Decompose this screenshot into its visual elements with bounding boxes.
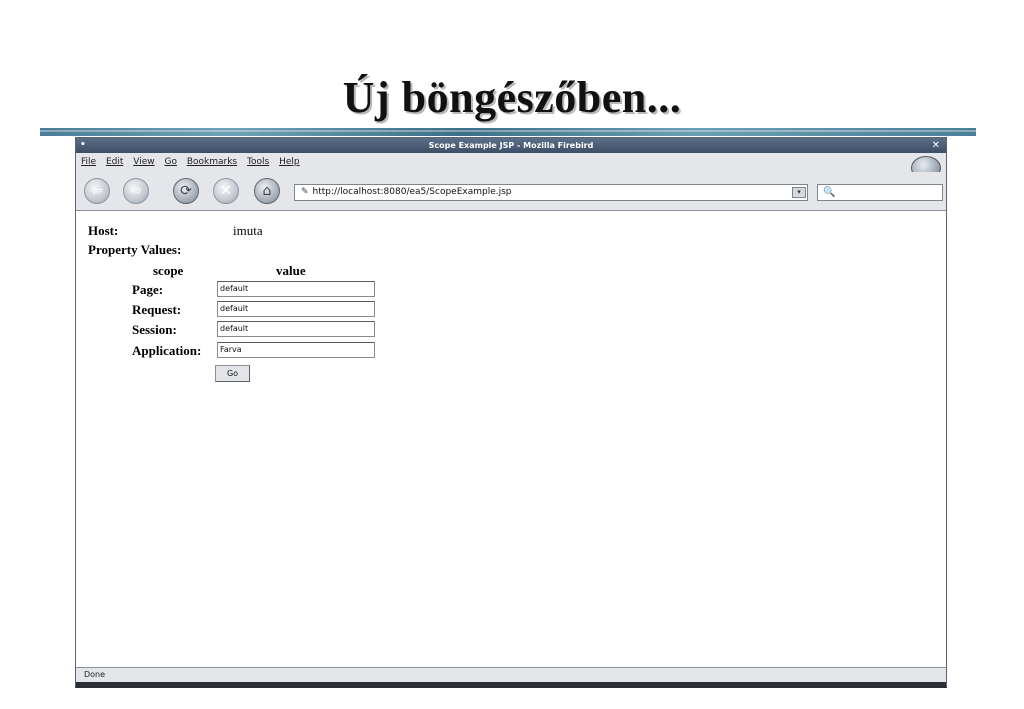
reload-button[interactable]: ⟳ [173, 178, 199, 204]
home-button[interactable]: ⌂ [254, 178, 280, 204]
forward-icon: ⇨ [130, 183, 142, 199]
window-bottom-edge [76, 682, 946, 686]
menu-help[interactable]: Help [279, 153, 300, 172]
home-icon: ⌂ [262, 183, 272, 199]
go-button[interactable]: Go [215, 365, 250, 382]
browser-window: • Scope Example JSP - Mozilla Firebird ✕… [75, 137, 947, 688]
window-title: Scope Example JSP - Mozilla Firebird [428, 141, 594, 150]
application-scope-field[interactable]: Farva [217, 342, 375, 358]
menu-file[interactable]: File [81, 153, 96, 172]
decorative-band [40, 128, 976, 136]
url-bar[interactable]: ✎ http://localhost:8080/ea5/ScopeExample.… [294, 184, 808, 201]
url-text: http://localhost:8080/ea5/ScopeExample.j… [312, 187, 512, 197]
navigation-toolbar: ⇦ ⇨ ⟳ ✕ ⌂ ✎ http://localhost:8080/ea5/Sco… [76, 172, 946, 211]
close-icon[interactable]: ✕ [932, 138, 940, 153]
application-scope-label: Application: [132, 343, 202, 358]
session-scope-field[interactable]: default [217, 321, 375, 337]
menu-edit[interactable]: Edit [106, 153, 123, 172]
status-bar: Done [76, 667, 946, 682]
host-value: imuta [233, 223, 263, 238]
slide-title: Új böngészőben... [342, 73, 682, 122]
page-proxy-icon: ✎ [301, 187, 309, 197]
page-scope-field[interactable]: default [217, 281, 375, 297]
menu-bar: File Edit View Go Bookmarks Tools Help [76, 153, 946, 172]
value-column-header: value [276, 263, 306, 278]
stop-icon: ✕ [220, 183, 232, 199]
menu-view[interactable]: View [133, 153, 154, 172]
request-scope-label: Request: [132, 302, 182, 317]
stop-button[interactable]: ✕ [213, 178, 239, 204]
session-scope-label: Session: [132, 322, 177, 337]
window-menu-icon[interactable]: • [80, 138, 86, 153]
reload-icon: ⟳ [180, 183, 192, 199]
window-titlebar[interactable]: • Scope Example JSP - Mozilla Firebird ✕ [76, 138, 946, 153]
property-values-label: Property Values: [88, 242, 182, 257]
menu-bookmarks[interactable]: Bookmarks [187, 153, 237, 172]
back-button[interactable]: ⇦ [84, 178, 110, 204]
status-text: Done [84, 670, 106, 679]
scope-column-header: scope [153, 263, 184, 278]
menu-go[interactable]: Go [164, 153, 176, 172]
page-scope-label: Page: [132, 282, 164, 297]
request-scope-field[interactable]: default [217, 301, 375, 317]
menu-tools[interactable]: Tools [247, 153, 269, 172]
search-icon: 🔍 [823, 187, 836, 198]
back-icon: ⇦ [91, 183, 103, 199]
url-dropdown-button[interactable]: ▾ [792, 187, 806, 198]
search-input[interactable]: 🔍 [817, 184, 943, 201]
page-content: Host: imuta Property Values: scope value… [76, 211, 946, 666]
forward-button[interactable]: ⇨ [123, 178, 149, 204]
host-label: Host: [88, 223, 119, 238]
